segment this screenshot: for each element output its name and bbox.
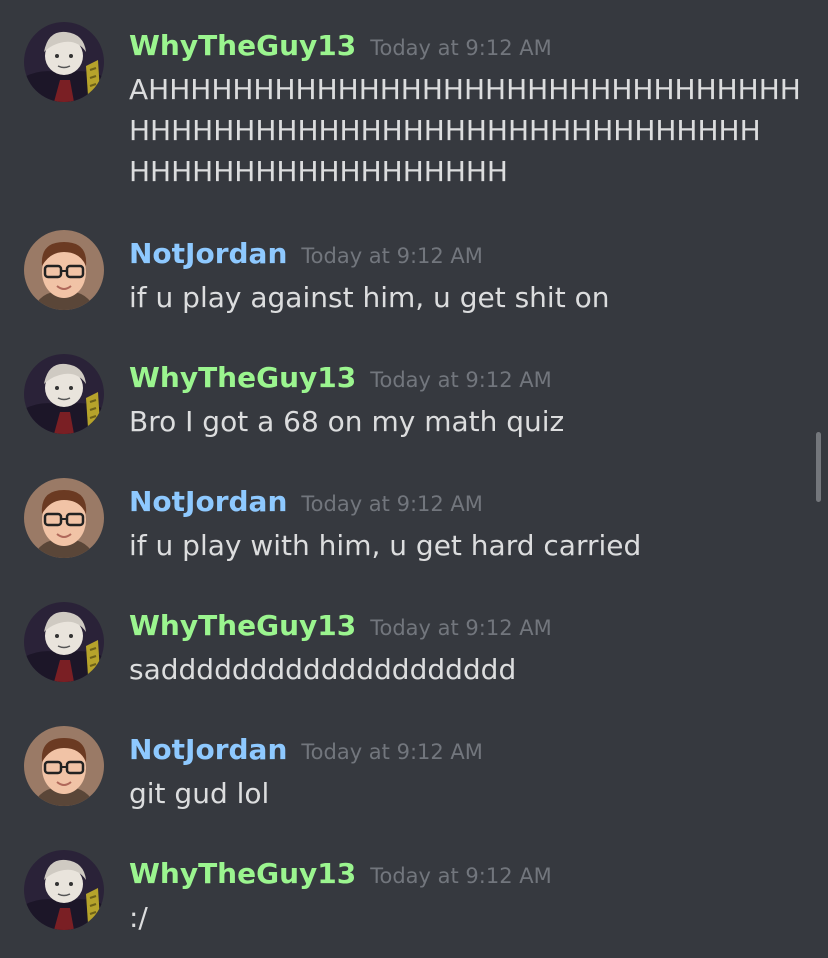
username[interactable]: WhyTheGuy13 (129, 609, 356, 642)
username[interactable]: NotJordan (129, 733, 287, 766)
timestamp: Today at 9:12 AM (370, 368, 552, 392)
scrollbar-thumb[interactable] (816, 432, 821, 502)
boy-with-glasses-avatar-icon[interactable] (24, 478, 104, 558)
timestamp: Today at 9:12 AM (301, 244, 483, 268)
username[interactable]: WhyTheGuy13 (129, 857, 356, 890)
anime-character-avatar-icon[interactable] (24, 850, 104, 930)
message-content: sadddddddddddddddddddd (129, 653, 517, 686)
message-header: WhyTheGuy13 Today at 9:12 AM (129, 28, 552, 68)
timestamp: Today at 9:12 AM (301, 740, 483, 764)
message-line: AHHHHHHHHHHHHHHHHHHHHHHHHHHHHHHH (129, 73, 801, 106)
message-line: HHHHHHHHHHHHHHHHHH (129, 155, 508, 188)
message-content: :/ (129, 901, 148, 934)
username[interactable]: NotJordan (129, 485, 287, 518)
boy-with-glasses-avatar-icon[interactable] (24, 726, 104, 806)
message-content: if u play against him, u get shit on (129, 281, 610, 314)
boy-with-glasses-avatar-icon[interactable] (24, 230, 104, 310)
message-content: git gud lol (129, 777, 270, 810)
message-header: WhyTheGuy13 Today at 9:12 AM (129, 360, 552, 400)
message-content: Bro I got a 68 on my math quiz (129, 405, 565, 438)
username[interactable]: WhyTheGuy13 (129, 361, 356, 394)
anime-character-avatar-icon[interactable] (24, 602, 104, 682)
message-header: WhyTheGuy13 Today at 9:12 AM (129, 608, 552, 648)
timestamp: Today at 9:12 AM (301, 492, 483, 516)
message-content: if u play with him, u get hard carried (129, 529, 642, 562)
message-line: HHHHHHHHHHHHHHHHHHHHHHHHHHHHHH (129, 114, 761, 147)
message-header: NotJordan Today at 9:12 AM (129, 236, 483, 276)
timestamp: Today at 9:12 AM (370, 36, 552, 60)
anime-character-avatar-icon[interactable] (24, 354, 104, 434)
chat-messages: WhyTheGuy13 Today at 9:12 AM AHHHHHHHHHHH… (0, 0, 828, 958)
message-content: AHHHHHHHHHHHHHHHHHHHHHHHHHHHHHHH HHHHHHHH… (129, 69, 809, 192)
username[interactable]: WhyTheGuy13 (129, 29, 356, 62)
message-header: NotJordan Today at 9:12 AM (129, 484, 483, 524)
anime-character-avatar-icon[interactable] (24, 22, 104, 102)
timestamp: Today at 9:12 AM (370, 616, 552, 640)
message-header: NotJordan Today at 9:12 AM (129, 732, 483, 772)
message-header: WhyTheGuy13 Today at 9:12 AM (129, 856, 552, 896)
username[interactable]: NotJordan (129, 237, 287, 270)
timestamp: Today at 9:12 AM (370, 864, 552, 888)
